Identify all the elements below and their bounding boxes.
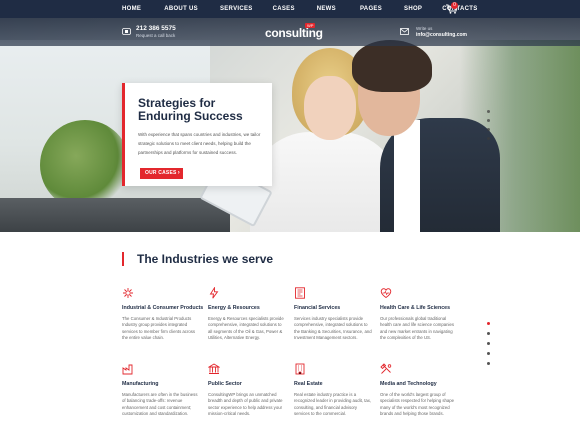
slider-dot[interactable] bbox=[487, 110, 490, 113]
industry-name: Media and Technology bbox=[380, 381, 437, 387]
nav-item-pages[interactable]: PAGES bbox=[360, 0, 382, 18]
industry-description: ConsultingWP brings an unmatched breadth… bbox=[208, 392, 283, 416]
energy-icon bbox=[209, 287, 219, 299]
hero-background-plant bbox=[40, 120, 130, 210]
industry-description: Real estate industry practice is a recog… bbox=[294, 392, 372, 416]
section-dot[interactable] bbox=[487, 362, 490, 365]
section-dot[interactable] bbox=[487, 322, 490, 325]
industrial-icon bbox=[123, 288, 133, 298]
industry-name: Public Sector bbox=[208, 381, 242, 387]
section-dot[interactable] bbox=[487, 352, 490, 355]
hero-text: With experience that spans countries and… bbox=[138, 132, 261, 155]
slider-dot[interactable] bbox=[487, 137, 490, 140]
industry-name: Manufacturing bbox=[122, 381, 159, 387]
slider-dot[interactable] bbox=[487, 128, 490, 131]
phone-icon bbox=[122, 28, 131, 35]
media-tech-icon bbox=[380, 363, 392, 374]
nav-item-news[interactable]: NEWS bbox=[317, 0, 336, 18]
health-icon bbox=[380, 288, 392, 299]
hero-person-man-shirt bbox=[394, 120, 420, 232]
nav-menu: HOME ABOUT US SERVICES CASES NEWS PAGES … bbox=[122, 0, 478, 18]
nav-item-services[interactable]: SERVICES bbox=[220, 0, 253, 18]
industry-description: One of the world's largest group of spec… bbox=[380, 392, 455, 416]
slider-dot[interactable] bbox=[487, 119, 490, 122]
our-cases-button[interactable]: OUR CASES › bbox=[140, 168, 183, 179]
header-phone-callback[interactable]: Request a call back bbox=[136, 33, 175, 38]
industry-name: Health Care & Life Sciences bbox=[380, 305, 451, 311]
site-logo[interactable]: consulting bbox=[265, 26, 323, 40]
arrow-right-icon: › bbox=[177, 170, 180, 176]
nav-item-about-us[interactable]: ABOUT US bbox=[164, 0, 198, 18]
industry-description: Our professionals global traditional hea… bbox=[380, 316, 455, 340]
nav-item-shop[interactable]: SHOP bbox=[404, 0, 422, 18]
industry-name: Financial Services bbox=[294, 305, 341, 311]
our-cases-button-label: OUR CASES bbox=[145, 170, 177, 176]
mail-icon bbox=[400, 28, 409, 35]
industry-name: Energy & Resources bbox=[208, 305, 260, 311]
manufacturing-icon bbox=[122, 364, 133, 375]
nav-item-home[interactable]: HOME bbox=[122, 0, 141, 18]
real-estate-icon bbox=[295, 363, 305, 375]
logo-badge: WP bbox=[305, 23, 316, 28]
hero-person-woman bbox=[250, 132, 400, 232]
cart-count-badge: 0 bbox=[451, 2, 458, 9]
hero-person-man-hair bbox=[352, 40, 432, 92]
section-dot[interactable] bbox=[487, 332, 490, 335]
industry-description: Manufacturers are often in the business … bbox=[122, 392, 198, 416]
industry-name: Industrial & Consumer Products bbox=[122, 305, 204, 311]
section-title-accent bbox=[122, 252, 124, 266]
industry-name: Real Estate bbox=[294, 381, 323, 387]
header-phone-number[interactable]: 212 386 5575 bbox=[136, 25, 176, 32]
top-navigation: HOME ABOUT US SERVICES CASES NEWS PAGES … bbox=[0, 0, 580, 18]
financial-icon bbox=[295, 287, 305, 299]
industry-description: Energy & Resources specialists provide c… bbox=[208, 316, 284, 340]
hero-background-desk bbox=[0, 198, 230, 232]
hero-person-woman-face bbox=[304, 76, 356, 140]
public-sector-icon bbox=[208, 363, 220, 374]
industry-description: Services industry specialists provide co… bbox=[294, 316, 372, 340]
header-bar: 212 386 5575 Request a call back consult… bbox=[0, 18, 580, 44]
header-mail-label: Write us bbox=[416, 26, 433, 31]
industry-description: The Consumer & Industrial Products Indus… bbox=[122, 316, 196, 340]
hero-title: Strategies for Enduring Success bbox=[138, 96, 243, 123]
industries-section-title: The Industries we serve bbox=[137, 252, 274, 266]
section-dot[interactable] bbox=[487, 342, 490, 345]
nav-item-cases[interactable]: CASES bbox=[273, 0, 295, 18]
header-email[interactable]: info@consulting.com bbox=[416, 32, 467, 38]
